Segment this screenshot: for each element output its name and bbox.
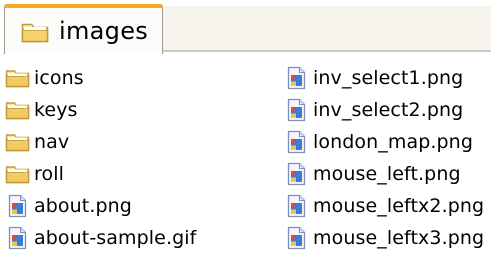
file-name: about.png <box>34 195 132 217</box>
folder-item-icons[interactable]: icons <box>5 62 196 94</box>
file-item-about-png[interactable]: about.png <box>5 190 196 222</box>
tab-strip: images <box>0 0 491 54</box>
file-name: inv_select1.png <box>313 67 464 89</box>
file-name: keys <box>34 99 78 121</box>
tab-label: images <box>59 17 149 45</box>
folder-icon <box>5 134 30 152</box>
file-column-left: icons keys nav roll about.png about-samp… <box>5 62 196 254</box>
image-file-icon <box>287 66 306 90</box>
file-name: icons <box>34 67 84 89</box>
file-column-right: inv_select1.png inv_select2.png london_m… <box>284 62 484 254</box>
image-file-icon <box>287 98 306 122</box>
tab-active-indicator <box>4 4 163 8</box>
file-name: mouse_left.png <box>313 163 461 185</box>
file-item-london-map-png[interactable]: london_map.png <box>284 126 484 158</box>
file-item-about-sample-gif[interactable]: about-sample.gif <box>5 222 196 254</box>
folder-item-roll[interactable]: roll <box>5 158 196 190</box>
image-file-icon <box>287 162 306 186</box>
file-name: london_map.png <box>313 131 473 153</box>
folder-icon <box>5 102 30 120</box>
image-file-icon <box>287 194 306 218</box>
file-name: about-sample.gif <box>34 227 197 249</box>
file-name: inv_select2.png <box>313 99 464 121</box>
file-item-inv-select2-png[interactable]: inv_select2.png <box>284 94 484 126</box>
image-file-icon <box>287 130 306 154</box>
image-file-icon <box>287 226 306 250</box>
tab-images[interactable]: images <box>4 4 163 54</box>
file-item-mouse-left-png[interactable]: mouse_left.png <box>284 158 484 190</box>
file-item-inv-select1-png[interactable]: inv_select1.png <box>284 62 484 94</box>
tab-strip-background <box>163 6 491 52</box>
file-item-mouse-leftx3-png[interactable]: mouse_leftx3.png <box>284 222 484 254</box>
file-name: mouse_leftx3.png <box>313 227 485 249</box>
file-name: nav <box>34 131 70 153</box>
folder-icon <box>5 166 30 184</box>
folder-item-keys[interactable]: keys <box>5 94 196 126</box>
image-file-icon <box>8 226 27 250</box>
file-name: roll <box>34 163 64 185</box>
folder-item-nav[interactable]: nav <box>5 126 196 158</box>
file-name: mouse_leftx2.png <box>313 195 485 217</box>
image-file-icon <box>8 194 27 218</box>
folder-icon <box>5 70 30 88</box>
file-item-mouse-leftx2-png[interactable]: mouse_leftx2.png <box>284 190 484 222</box>
folder-icon <box>21 23 49 43</box>
file-browser: images icons keys nav roll about.png abo… <box>0 0 491 259</box>
file-list: icons keys nav roll about.png about-samp… <box>0 62 491 259</box>
